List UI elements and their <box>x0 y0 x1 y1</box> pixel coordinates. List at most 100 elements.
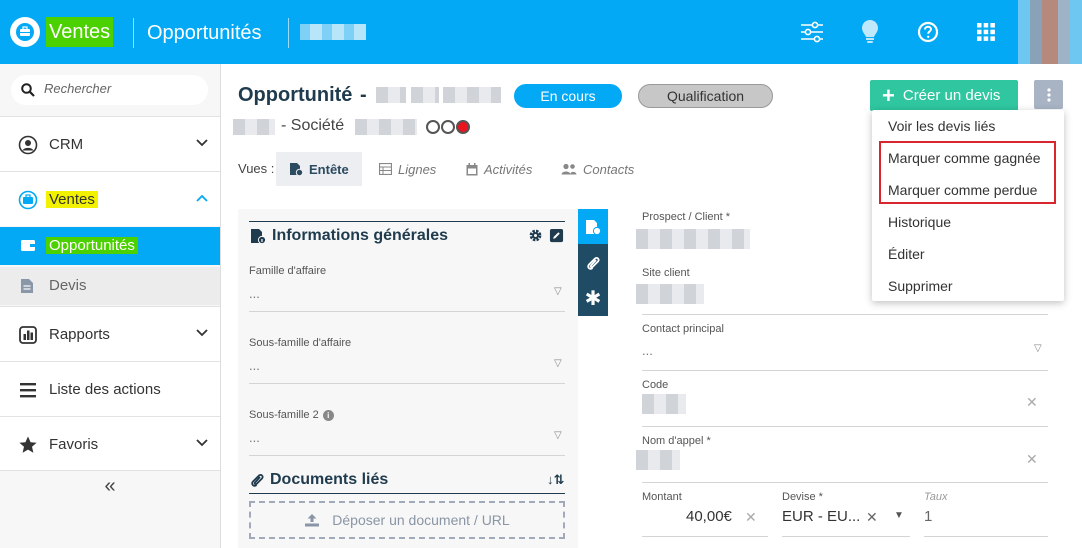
edit-icon[interactable] <box>549 228 564 243</box>
document-drop-zone[interactable]: Déposer un document / URL <box>249 501 565 539</box>
document-info-icon <box>586 219 601 235</box>
divider <box>249 455 565 456</box>
views-label: Vues : <box>238 161 275 176</box>
upload-icon <box>305 514 320 527</box>
users-icon <box>561 163 577 175</box>
field-label: Montant <box>642 491 682 503</box>
card-actions <box>528 228 564 243</box>
field-label: Sous-famille d'affaire <box>249 337 352 349</box>
contact-value[interactable]: ... <box>642 343 653 358</box>
side-tab-info[interactable] <box>578 209 608 244</box>
star-icon <box>19 436 37 453</box>
status-badge: En cours <box>514 84 622 108</box>
field-label-text: Sous-famille 2 <box>249 409 319 421</box>
redacted-text <box>636 229 750 249</box>
help-icon[interactable] <box>915 19 941 45</box>
clear-icon[interactable]: ✕ <box>1026 394 1038 411</box>
highlight-outline <box>879 141 1056 204</box>
apps-grid-icon[interactable] <box>973 19 999 45</box>
sidebar-item-rapports[interactable]: Rapports <box>0 306 220 361</box>
company-line: - Société <box>281 117 345 134</box>
menu-item-history[interactable]: Historique <box>888 214 951 230</box>
side-tab-bar: ✱ <box>578 209 608 316</box>
tab-label: Lignes <box>398 161 437 177</box>
create-quote-button[interactable]: + Créer un devis <box>870 80 1018 111</box>
field-value[interactable]: ... <box>249 430 260 445</box>
asterisk-icon[interactable]: ✱ <box>578 281 608 316</box>
sidebar-item-label: Favoris <box>49 436 99 453</box>
sidebar-item-opportunites[interactable]: Opportunités <box>0 227 220 265</box>
sort-icon[interactable]: ↓⇅ <box>547 472 564 488</box>
lightbulb-icon[interactable] <box>857 19 883 45</box>
sidebar-item-devis[interactable]: Devis <box>0 267 220 305</box>
divider <box>924 536 1048 537</box>
tab-activites[interactable]: Activités <box>453 152 545 186</box>
avatar[interactable] <box>1018 0 1082 64</box>
paperclip-icon <box>587 256 600 270</box>
document-info-icon <box>290 163 303 176</box>
dropdown-caret-icon[interactable]: ▽ <box>1034 343 1042 354</box>
search-input[interactable] <box>44 81 194 96</box>
tab-contacts[interactable]: Contacts <box>548 152 647 186</box>
wallet-icon <box>21 240 35 251</box>
tab-label: Contacts <box>583 161 635 177</box>
menu-item-view-quotes[interactable]: Voir les devis liés <box>888 118 995 134</box>
more-options-menu: Voir les devis liés Marquer comme gagnée… <box>872 110 1064 301</box>
rate-value[interactable]: 1 <box>924 508 932 525</box>
side-tab-attachments[interactable] <box>578 245 608 280</box>
field-label: Taux <box>924 491 948 503</box>
dropdown-caret-icon[interactable]: ▼ <box>894 510 904 521</box>
menu-item-edit[interactable]: Éditer <box>888 246 925 262</box>
section-title-text: Documents liés <box>270 471 389 488</box>
sidebar-item-label: Liste des actions <box>49 381 161 398</box>
divider <box>642 536 768 537</box>
divider <box>642 370 1048 371</box>
general-info-card: Informations générales Famille d'affaire… <box>238 209 578 548</box>
divider <box>249 311 565 312</box>
document-info-icon <box>251 229 266 244</box>
document-icon <box>21 279 33 293</box>
clear-icon[interactable]: ✕ <box>866 509 878 526</box>
more-options-button[interactable] <box>1034 80 1063 109</box>
app-name[interactable]: Ventes <box>46 17 114 47</box>
tab-lignes[interactable]: Lignes <box>366 152 449 186</box>
sidebar-item-label: Rapports <box>49 326 110 343</box>
clear-icon[interactable]: ✕ <box>1026 451 1038 468</box>
divider <box>288 18 289 48</box>
currency-value[interactable]: EUR - EU... <box>782 508 860 525</box>
stage-badge: Qualification <box>638 84 773 108</box>
chevron-down-icon <box>196 329 208 337</box>
settings-sliders-icon[interactable] <box>799 19 825 45</box>
app-logo[interactable] <box>10 17 40 47</box>
create-quote-label: Créer un devis <box>902 87 1001 104</box>
search-icon <box>21 83 35 97</box>
sidebar-item-crm[interactable]: CRM <box>0 116 220 171</box>
sidebar-item-ventes[interactable]: Ventes <box>0 171 220 226</box>
dropdown-caret-icon[interactable]: ▽ <box>554 430 562 441</box>
page-heading: Opportunité <box>238 84 353 106</box>
sidebar-item-actions[interactable]: Liste des actions <box>0 361 220 416</box>
rating-circle <box>441 120 455 134</box>
redacted-text <box>355 119 417 135</box>
field-label: Contact principal <box>642 323 724 335</box>
info-icon[interactable]: i <box>322 409 334 421</box>
amount-value[interactable]: 40,00€ <box>686 508 732 525</box>
redacted-text <box>642 394 686 414</box>
tab-entete[interactable]: Entête <box>276 152 362 186</box>
clear-icon[interactable]: ✕ <box>745 509 757 526</box>
collapse-sidebar-button[interactable]: « <box>0 472 220 500</box>
dropdown-caret-icon[interactable]: ▽ <box>554 286 562 297</box>
title-separator: - <box>360 84 367 106</box>
menu-item-delete[interactable]: Supprimer <box>888 278 953 294</box>
search-box[interactable] <box>11 75 208 105</box>
field-value[interactable]: ... <box>249 286 260 301</box>
gear-icon[interactable] <box>528 228 543 243</box>
sidebar-item-label: CRM <box>49 136 84 153</box>
sidebar-item-favoris[interactable]: Favoris <box>0 416 220 471</box>
redacted-text <box>300 24 366 40</box>
field-value[interactable]: ... <box>249 358 260 373</box>
sidebar: CRM Ventes Opportunités Devis <box>0 64 221 548</box>
sidebar-item-label: Ventes <box>46 191 98 208</box>
list-icon <box>20 383 36 398</box>
dropdown-caret-icon[interactable]: ▽ <box>554 358 562 369</box>
